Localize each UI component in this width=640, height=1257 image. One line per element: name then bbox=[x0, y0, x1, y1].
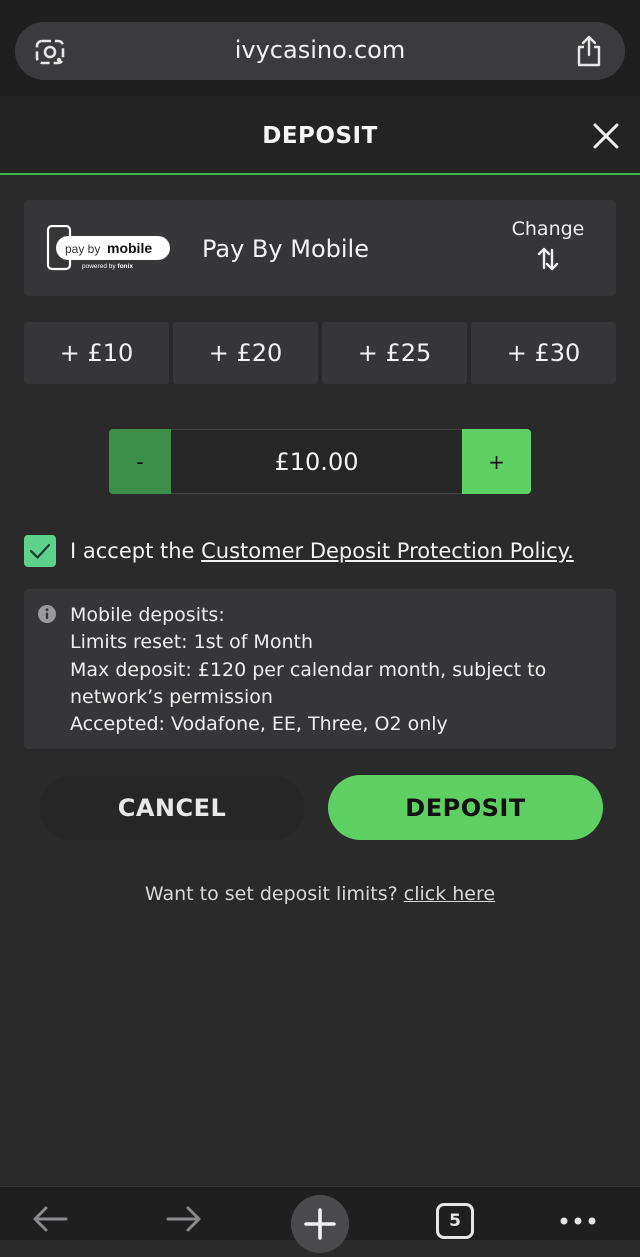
plus-icon bbox=[304, 1208, 336, 1240]
payment-method-card: pay by mobile powered by fonix Pay By Mo… bbox=[24, 200, 616, 296]
accept-policy-row: I accept the Customer Deposit Protection… bbox=[24, 535, 624, 569]
deposit-limits-link[interactable]: click here bbox=[404, 883, 495, 905]
amount-stepper: - £10.00 + bbox=[109, 429, 531, 494]
accept-policy-checkbox[interactable] bbox=[24, 535, 56, 567]
change-method-button[interactable]: Change bbox=[498, 218, 598, 282]
payment-method-name: Pay By Mobile bbox=[202, 235, 369, 263]
cancel-button[interactable]: CANCEL bbox=[40, 776, 304, 840]
forward-arrow-icon[interactable] bbox=[164, 1203, 204, 1235]
checkmark-icon bbox=[29, 543, 51, 559]
pay-by-mobile-logo: pay by mobile powered by fonix bbox=[46, 225, 170, 271]
address-bar[interactable]: ivycasino.com bbox=[15, 22, 625, 80]
info-line: Limits reset: 1st of Month bbox=[70, 631, 313, 654]
accept-policy-text: I accept the Customer Deposit Protection… bbox=[70, 539, 574, 563]
more-menu-icon[interactable] bbox=[558, 1203, 598, 1235]
browser-top-bar: ivycasino.com bbox=[0, 0, 640, 96]
increase-button[interactable]: + bbox=[462, 429, 531, 494]
modal-title: DEPOSIT bbox=[262, 123, 378, 149]
svg-text:powered by fonix: powered by fonix bbox=[82, 263, 133, 270]
info-text: Mobile deposits: Limits reset: 1st of Mo… bbox=[70, 602, 600, 738]
close-icon[interactable] bbox=[592, 122, 620, 150]
accept-prefix: I accept the bbox=[70, 539, 202, 563]
deposit-limits-prompt: Want to set deposit limits? bbox=[144, 883, 404, 905]
quick-amount-row: + £10 + £20 + £25 + £30 bbox=[24, 322, 616, 384]
swap-arrows-icon bbox=[537, 247, 559, 271]
share-icon[interactable] bbox=[575, 35, 603, 67]
change-label: Change bbox=[511, 218, 585, 240]
decrease-button[interactable]: - bbox=[109, 429, 171, 494]
new-tab-button[interactable] bbox=[291, 1195, 349, 1253]
quick-amount-10-button[interactable]: + £10 bbox=[24, 322, 169, 384]
quick-amount-30-button[interactable]: + £30 bbox=[471, 322, 616, 384]
svg-text:pay by: pay by bbox=[65, 242, 100, 256]
back-arrow-icon[interactable] bbox=[30, 1203, 70, 1235]
deposit-button[interactable]: DEPOSIT bbox=[328, 775, 603, 840]
browser-bottom-toolbar: 5 bbox=[0, 1186, 640, 1253]
svg-text:mobile: mobile bbox=[107, 240, 152, 256]
info-icon bbox=[38, 605, 56, 623]
quick-amount-25-button[interactable]: + £25 bbox=[322, 322, 467, 384]
info-line: network’s permission bbox=[70, 685, 273, 708]
info-line: Accepted: Vodafone, EE, Three, O2 only bbox=[70, 713, 448, 736]
info-line: Max deposit: £120 per calendar month, su… bbox=[70, 658, 547, 681]
deposit-protection-policy-link[interactable]: Customer Deposit Protection Policy. bbox=[201, 539, 574, 563]
url-text[interactable]: ivycasino.com bbox=[15, 36, 625, 64]
mobile-deposit-info-box: Mobile deposits: Limits reset: 1st of Mo… bbox=[24, 589, 616, 749]
amount-input[interactable]: £10.00 bbox=[171, 429, 462, 494]
quick-amount-20-button[interactable]: + £20 bbox=[173, 322, 318, 384]
info-line: Mobile deposits: bbox=[70, 604, 225, 626]
deposit-limits-row: Want to set deposit limits? click here bbox=[0, 883, 640, 905]
modal-header: DEPOSIT bbox=[0, 96, 640, 175]
tab-switcher-button[interactable]: 5 bbox=[436, 1203, 474, 1239]
